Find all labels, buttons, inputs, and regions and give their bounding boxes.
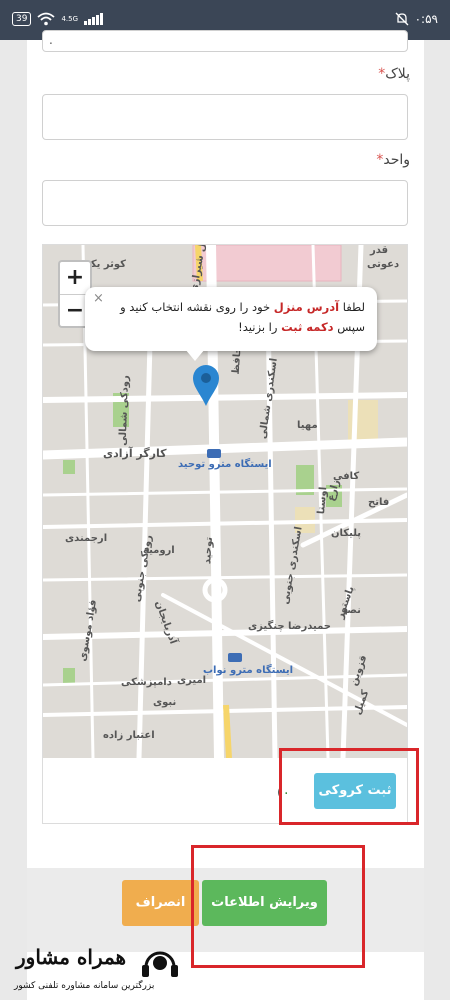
map-label: دعوتی (367, 259, 400, 270)
map-container: کوثر یکم قدر دعوتی وصال شیرازی حافظ رودک… (42, 244, 408, 824)
mute-bell-icon (395, 12, 409, 26)
map-pin-icon[interactable] (191, 363, 221, 407)
battery-icon: 39 (12, 12, 32, 26)
map-label: پلیکان (331, 528, 362, 539)
map-label: نبوی (153, 697, 177, 708)
signal-icon (84, 13, 104, 25)
map-label: حمیدرضا چنگیزی (248, 621, 331, 632)
map-label: دامپزشکی (121, 677, 172, 688)
plate-input[interactable] (42, 94, 408, 140)
unit-label: واحد* (376, 152, 410, 168)
map-label: مهیا (297, 420, 318, 431)
map-label: ارجمندی (65, 533, 108, 544)
cancel-button[interactable]: انصراف (122, 880, 199, 926)
brand-name: همراه مشاور (16, 945, 127, 969)
highlight-box-register (279, 748, 419, 825)
map-label: فاتح (368, 497, 390, 508)
headset-logo-icon (142, 951, 178, 977)
plate-label: پلاک* (378, 66, 410, 82)
map-instruction-popup: × لطفا آدرس منزل خود را روی نقشه انتخاب … (85, 287, 377, 351)
map[interactable]: کوثر یکم قدر دعوتی وصال شیرازی حافظ رودک… (43, 245, 407, 758)
map-label: قدر (370, 245, 389, 256)
address-field[interactable]: . (42, 30, 408, 52)
wifi-icon (37, 12, 56, 26)
brand-tagline: بزرگترین سامانه مشاوره تلفنی کشور (14, 981, 155, 991)
map-label: ایستگاه مترو توحید (178, 459, 272, 470)
brand-watermark: همراه مشاور بزرگترین سامانه مشاوره تلفنی… (10, 935, 235, 997)
map-label: اعتبار زاده (103, 730, 155, 741)
popup-tip (185, 349, 205, 361)
map-label: ایستگاه مترو نواب (203, 665, 294, 676)
map-label: توحید (202, 536, 215, 565)
map-label: نصر (341, 605, 361, 616)
zoom-in-button[interactable]: + (60, 262, 90, 295)
unit-input[interactable] (42, 180, 408, 226)
map-label: امیری (177, 675, 207, 686)
network-type: 4.5G (61, 15, 79, 23)
map-label: کارگر آزادی (103, 447, 167, 460)
popup-close-icon[interactable]: × (93, 289, 104, 309)
address-field-value: . (49, 33, 53, 47)
clock: ۰:۵۹ (414, 12, 438, 26)
